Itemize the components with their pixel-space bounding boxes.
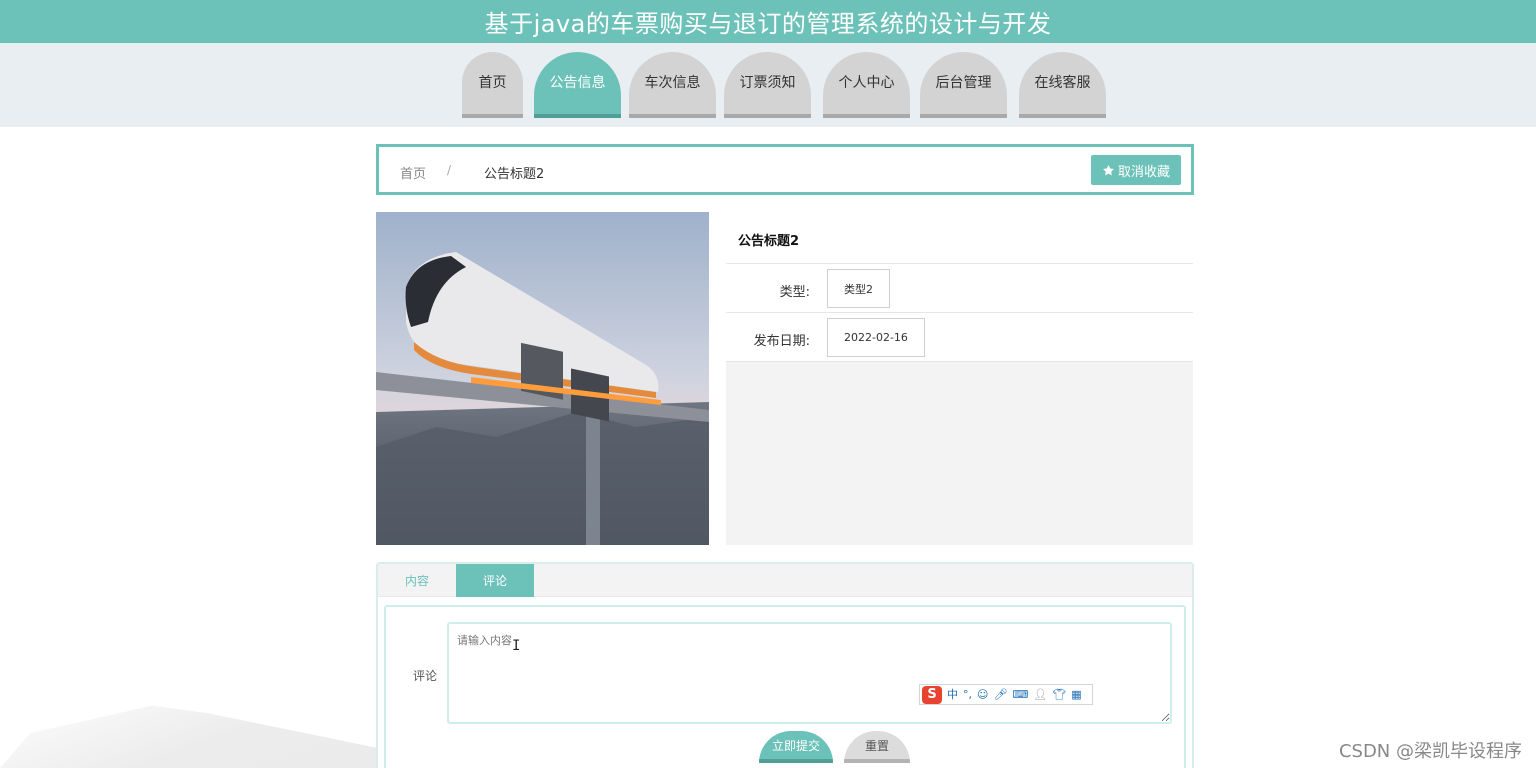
- comment-input[interactable]: [447, 622, 1172, 724]
- nav-item-admin[interactable]: 后台管理: [920, 52, 1007, 118]
- site-title: 基于java的车票购买与退订的管理系统的设计与开发: [484, 10, 1052, 38]
- unfavorite-label: 取消收藏: [1117, 164, 1170, 180]
- background-scenery: [0, 705, 380, 768]
- sogou-ime-icon[interactable]: S: [922, 685, 942, 704]
- nav-item-home[interactable]: 首页: [462, 52, 523, 118]
- field-row-date: 发布日期: 2022-02-16: [726, 313, 1193, 362]
- main-nav: 首页 公告信息 车次信息 订票须知 个人中心 后台管理 在线客服: [0, 52, 1536, 119]
- unfavorite-button[interactable]: 取消收藏: [1091, 155, 1181, 185]
- breadcrumb-current: 公告标题2: [484, 167, 545, 182]
- detail-header: 公告标题2: [726, 212, 1193, 264]
- tabs-header: 内容 评论: [378, 564, 1192, 597]
- field-value-type: 类型2: [827, 269, 890, 308]
- field-row-type: 类型: 类型2: [726, 264, 1193, 313]
- nav-item-booking-notice[interactable]: 订票须知: [724, 52, 811, 118]
- field-label-type: 类型:: [779, 285, 810, 300]
- monorail-train-illustration: [376, 212, 709, 545]
- submit-button[interactable]: 立即提交: [759, 731, 833, 763]
- ime-mode-indicator[interactable]: 中: [947, 689, 958, 700]
- announcement-detail: 公告标题2 类型: 类型2 发布日期: 2022-02-16: [726, 212, 1193, 545]
- nav-item-trains[interactable]: 车次信息: [629, 52, 716, 118]
- toolbox-grid-icon[interactable]: ▦: [1071, 689, 1081, 700]
- comment-label: 评论: [413, 669, 438, 683]
- csdn-watermark: CSDN @梁凯毕设程序: [1338, 741, 1522, 762]
- breadcrumb: 首页 / 公告标题2 取消收藏: [376, 144, 1194, 195]
- text-cursor-icon: I: [512, 638, 521, 654]
- emoji-icon[interactable]: ☺: [977, 689, 988, 700]
- detail-title: 公告标题2: [738, 234, 800, 249]
- keyboard-icon[interactable]: ⌨: [1012, 689, 1028, 700]
- breadcrumb-home-link[interactable]: 首页: [400, 163, 426, 182]
- announcement-image: [376, 212, 709, 545]
- site-header: 基于java的车票购买与退订的管理系统的设计与开发: [0, 0, 1536, 43]
- punctuation-icon[interactable]: °,: [963, 689, 972, 700]
- microphone-icon[interactable]: 🎤︎: [993, 689, 1007, 700]
- field-label-date: 发布日期:: [753, 334, 810, 349]
- star-icon: [1103, 164, 1114, 175]
- tab-content[interactable]: 内容: [378, 564, 456, 597]
- skin-shirt-icon[interactable]: 👕︎: [1052, 689, 1066, 700]
- field-value-date: 2022-02-16: [827, 318, 925, 357]
- comment-form: 评论 S 中 °, ☺ 🎤︎ ⌨ 👤︎ 👕︎ ▦ 立即提交 重置: [384, 605, 1186, 768]
- reset-button[interactable]: 重置: [844, 731, 910, 763]
- nav-item-support[interactable]: 在线客服: [1019, 52, 1106, 118]
- content-tabs-panel: 内容 评论 评论 S 中 °, ☺ 🎤︎ ⌨ 👤︎ 👕︎ ▦ 立即提交 重置: [376, 562, 1194, 768]
- tab-comments[interactable]: 评论: [456, 564, 534, 597]
- nav-item-announcements[interactable]: 公告信息: [534, 52, 621, 118]
- user-icon[interactable]: 👤︎: [1033, 689, 1047, 700]
- breadcrumb-separator: /: [447, 163, 452, 177]
- nav-item-profile[interactable]: 个人中心: [823, 52, 910, 118]
- ime-toolbar: S 中 °, ☺ 🎤︎ ⌨ 👤︎ 👕︎ ▦: [919, 684, 1093, 705]
